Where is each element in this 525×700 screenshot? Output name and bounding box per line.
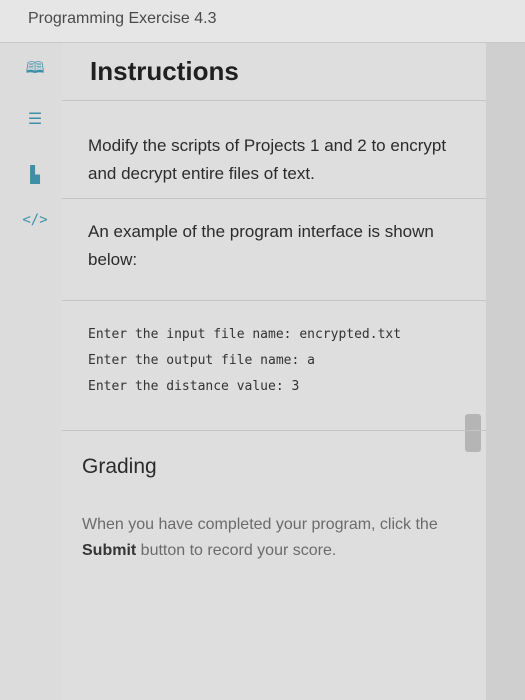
scrollbar-thumb[interactable] [465,414,481,452]
divider [62,198,486,199]
code-line: Enter the output file name: a [88,353,315,368]
divider [62,300,486,301]
exercise-title: Programming Exercise 4.3 [28,10,217,27]
grading-text: When you have completed your program, cl… [82,516,438,559]
instruction-paragraph: Modify the scripts of Projects 1 and 2 t… [88,136,447,183]
divider [62,430,486,431]
top-bar: Programming Exercise 4.3 [0,0,525,43]
submit-label: Submit [82,542,137,559]
left-rail: 🕮 ☰ ▙ </> [0,43,62,700]
list-icon[interactable]: ☰ [22,105,48,131]
code-line: Enter the input file name: encrypted.txt [88,327,402,342]
code-example: Enter the input file name: encrypted.txt… [88,322,478,400]
book-icon[interactable]: 🕮 [22,57,48,83]
code-line: Enter the distance value: 3 [88,379,300,394]
chart-icon[interactable]: ▙ [22,161,48,187]
scrollbar-track[interactable] [486,43,525,700]
instructions-heading: Instructions [90,56,239,86]
code-icon[interactable]: </> [22,207,48,233]
divider [62,100,486,101]
example-paragraph: An example of the program interface is s… [88,222,434,269]
grading-heading: Grading [82,455,157,478]
